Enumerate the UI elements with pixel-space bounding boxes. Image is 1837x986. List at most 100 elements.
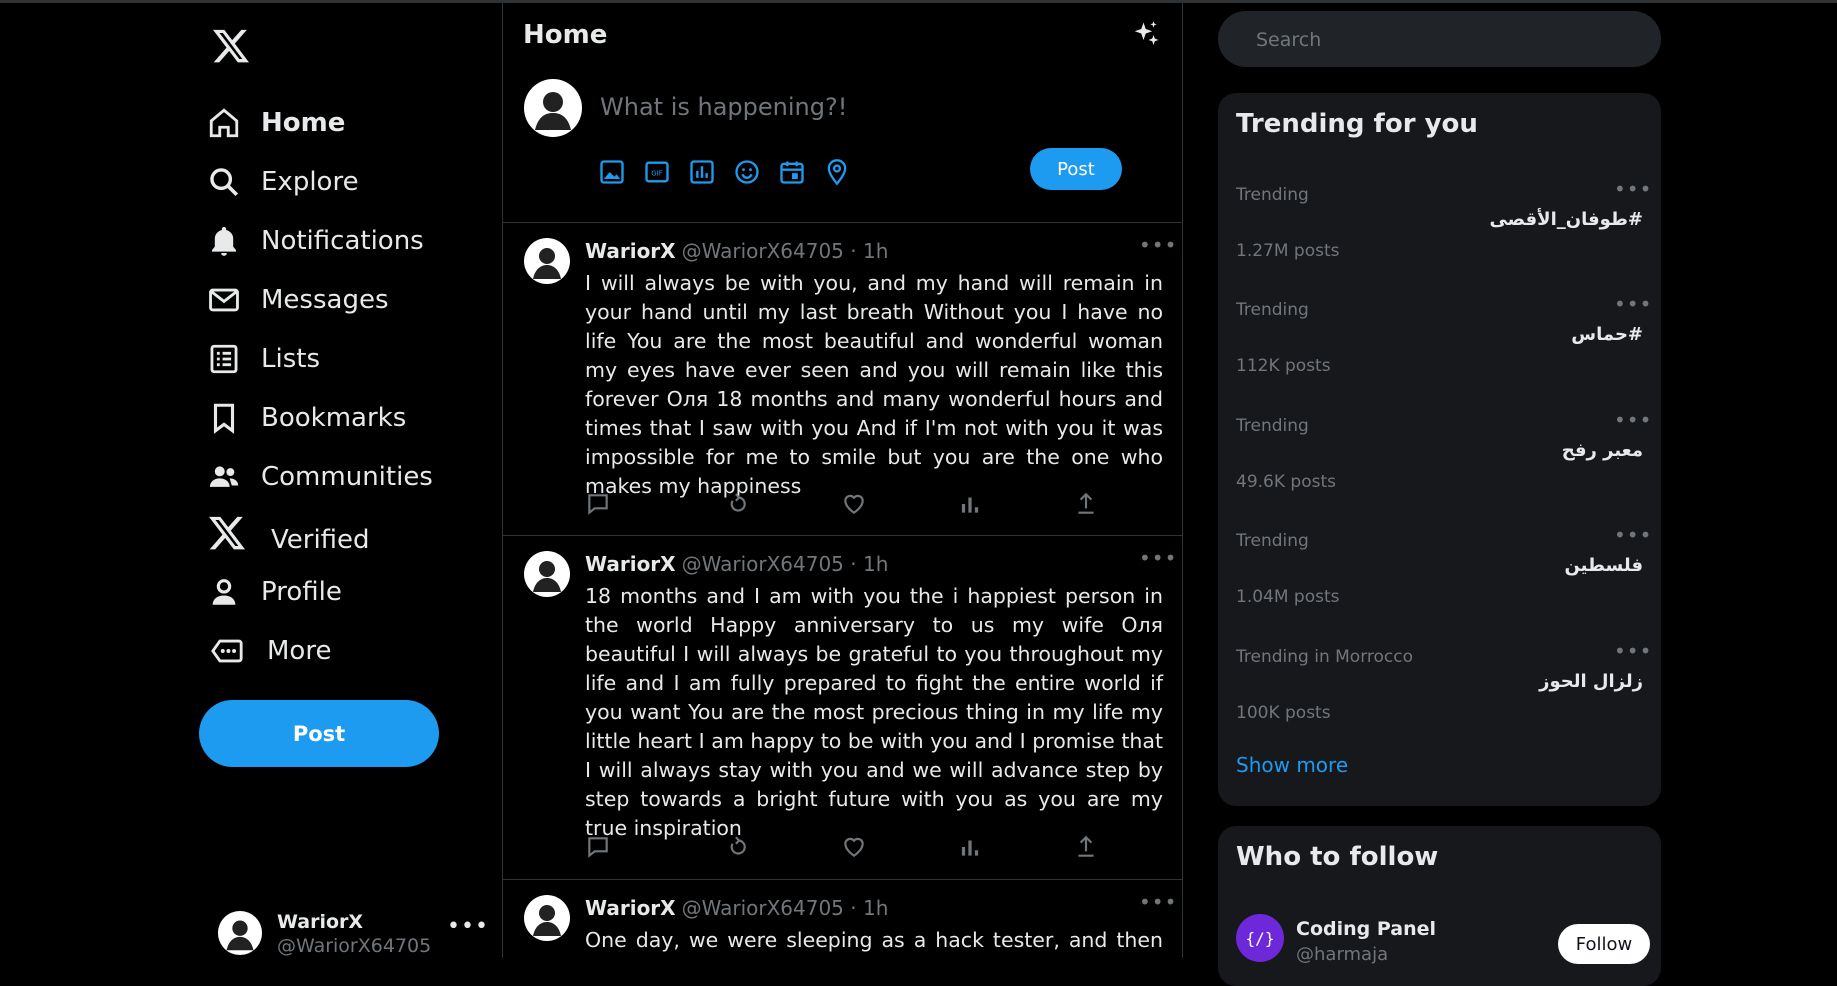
trend-item[interactable]: Trending ••• #طوفان_الأقصى 1.27M posts: [1218, 173, 1661, 285]
tweet-text: One day, we were sleeping as a hack test…: [585, 928, 1163, 958]
nav-communities[interactable]: Communities: [207, 454, 433, 500]
nav-label: Explore: [261, 167, 359, 197]
nav-bookmarks[interactable]: Bookmarks: [207, 395, 406, 441]
reply-icon[interactable]: [585, 491, 611, 517]
nav-explore[interactable]: Explore: [207, 159, 359, 205]
follow-suggestion[interactable]: {/} Coding Panel @harmaja Follow: [1236, 914, 1650, 974]
trend-count: 1.27M posts: [1236, 241, 1340, 261]
reply-icon[interactable]: [585, 834, 611, 860]
share-icon[interactable]: [1073, 491, 1099, 517]
nav-more[interactable]: More: [207, 628, 331, 674]
bell-icon: [211, 226, 237, 256]
avatar[interactable]: [523, 237, 571, 285]
avatar[interactable]: [523, 550, 571, 598]
retweet-icon[interactable]: [725, 834, 751, 860]
tweet-text: I will always be with you, and my hand w…: [585, 271, 1163, 498]
who-to-follow-title: Who to follow: [1236, 842, 1439, 872]
trend-context: Trending: [1236, 300, 1309, 320]
nav-notifications[interactable]: Notifications: [207, 218, 424, 264]
compose-input[interactable]: [598, 86, 1122, 128]
trend-item[interactable]: Trending ••• معبر رفح 49.6K posts: [1218, 404, 1661, 516]
sparkle-icon[interactable]: [1131, 20, 1161, 50]
tweet-text: 18 months and I am with you the i happie…: [585, 584, 1163, 840]
trend-name: #طوفان_الأقصى: [1489, 209, 1643, 230]
tweet[interactable]: WariorX @WariorX64705 · 1h ••• I will alw…: [503, 223, 1182, 536]
account-name: WariorX: [277, 911, 364, 933]
more-dots-icon[interactable]: •••: [447, 914, 489, 939]
location-icon[interactable]: [823, 158, 851, 186]
like-icon[interactable]: [841, 834, 867, 860]
trend-context: Trending: [1236, 185, 1309, 205]
trend-more-icon[interactable]: •••: [1614, 292, 1652, 316]
gif-icon[interactable]: GIF: [643, 158, 671, 186]
trend-context: Trending in Morrocco: [1236, 647, 1413, 667]
poll-icon[interactable]: [688, 158, 716, 186]
nav-label: Messages: [261, 285, 389, 315]
timeline-header: Home: [503, 0, 1182, 72]
emoji-icon[interactable]: [733, 158, 761, 186]
x-logo-icon: [209, 516, 245, 550]
people-icon: [209, 466, 239, 487]
post-button[interactable]: Post: [199, 700, 439, 767]
tweet-more-icon[interactable]: •••: [1139, 546, 1177, 570]
tweet-author-name[interactable]: WariorX: [585, 239, 676, 263]
follow-button[interactable]: Follow: [1558, 924, 1650, 964]
trend-item[interactable]: Trending in Morrocco ••• زلزال الحوز 100…: [1218, 635, 1661, 747]
trend-item[interactable]: Trending ••• فلسطين 1.04M posts: [1218, 519, 1661, 631]
person-icon: [212, 579, 236, 605]
trend-count: 1.04M posts: [1236, 587, 1340, 607]
show-more-link[interactable]: Show more: [1236, 753, 1348, 777]
suggestion-handle: @harmaja: [1296, 944, 1389, 965]
nav-verified[interactable]: Verified: [207, 510, 370, 556]
trending-title: Trending for you: [1236, 109, 1478, 139]
tweet-author-handle: @WariorX64705 · 1h: [681, 896, 889, 920]
image-icon[interactable]: [598, 158, 626, 186]
tweet-more-icon[interactable]: •••: [1139, 233, 1177, 257]
avatar[interactable]: [523, 894, 571, 942]
nav-label: Notifications: [261, 226, 424, 256]
tweet[interactable]: WariorX @WariorX64705 · 1h ••• One day, w…: [503, 880, 1182, 958]
trend-more-icon[interactable]: •••: [1614, 177, 1652, 201]
account-switcher[interactable]: WariorX @WariorX64705 •••: [217, 910, 489, 970]
trend-count: 100K posts: [1236, 703, 1331, 723]
trend-context: Trending: [1236, 416, 1309, 436]
nav-label: Verified: [271, 525, 370, 555]
tweet[interactable]: WariorX @WariorX64705 · 1h ••• 18 months …: [503, 536, 1182, 880]
nav-lists[interactable]: Lists: [207, 336, 320, 382]
trend-more-icon[interactable]: •••: [1614, 523, 1652, 547]
retweet-icon[interactable]: [725, 491, 751, 517]
trend-count: 49.6K posts: [1236, 472, 1336, 492]
nav-profile[interactable]: Profile: [207, 569, 342, 615]
views-icon[interactable]: [957, 834, 983, 860]
tweet-author-name[interactable]: WariorX: [585, 896, 676, 920]
avatar: {/}: [1236, 914, 1284, 962]
suggestion-name: Coding Panel: [1296, 918, 1437, 940]
nav-label: Communities: [261, 462, 433, 492]
tweet-author-handle: @WariorX64705 · 1h: [681, 552, 889, 576]
share-icon[interactable]: [1073, 834, 1099, 860]
tweet-more-icon[interactable]: •••: [1139, 890, 1177, 914]
more-circle-icon: [211, 639, 243, 663]
trend-more-icon[interactable]: •••: [1614, 408, 1652, 432]
like-icon[interactable]: [841, 491, 867, 517]
nav-label: Lists: [261, 344, 320, 374]
nav-label: More: [267, 636, 332, 666]
nav-messages[interactable]: Messages: [207, 277, 389, 323]
home-icon: [209, 108, 239, 138]
search-box: [1218, 11, 1661, 67]
x-logo-icon[interactable]: [211, 26, 251, 66]
nav-label: Bookmarks: [261, 403, 407, 433]
trend-context: Trending: [1236, 531, 1309, 551]
trend-name: زلزال الحوز: [1539, 671, 1643, 692]
schedule-icon[interactable]: [778, 158, 806, 186]
tweet-actions: [585, 834, 1125, 860]
tweet-author-name[interactable]: WariorX: [585, 552, 676, 576]
nav-home[interactable]: Home: [207, 100, 345, 146]
trend-item[interactable]: Trending ••• #حماس 112K posts: [1218, 288, 1661, 400]
tweet-header: WariorX @WariorX64705 · 1h: [585, 896, 888, 920]
views-icon[interactable]: [957, 491, 983, 517]
search-input[interactable]: [1254, 23, 1638, 57]
compose-post-button[interactable]: Post: [1030, 148, 1122, 190]
tweet-header: WariorX @WariorX64705 · 1h: [585, 552, 888, 576]
trend-more-icon[interactable]: •••: [1614, 639, 1652, 663]
